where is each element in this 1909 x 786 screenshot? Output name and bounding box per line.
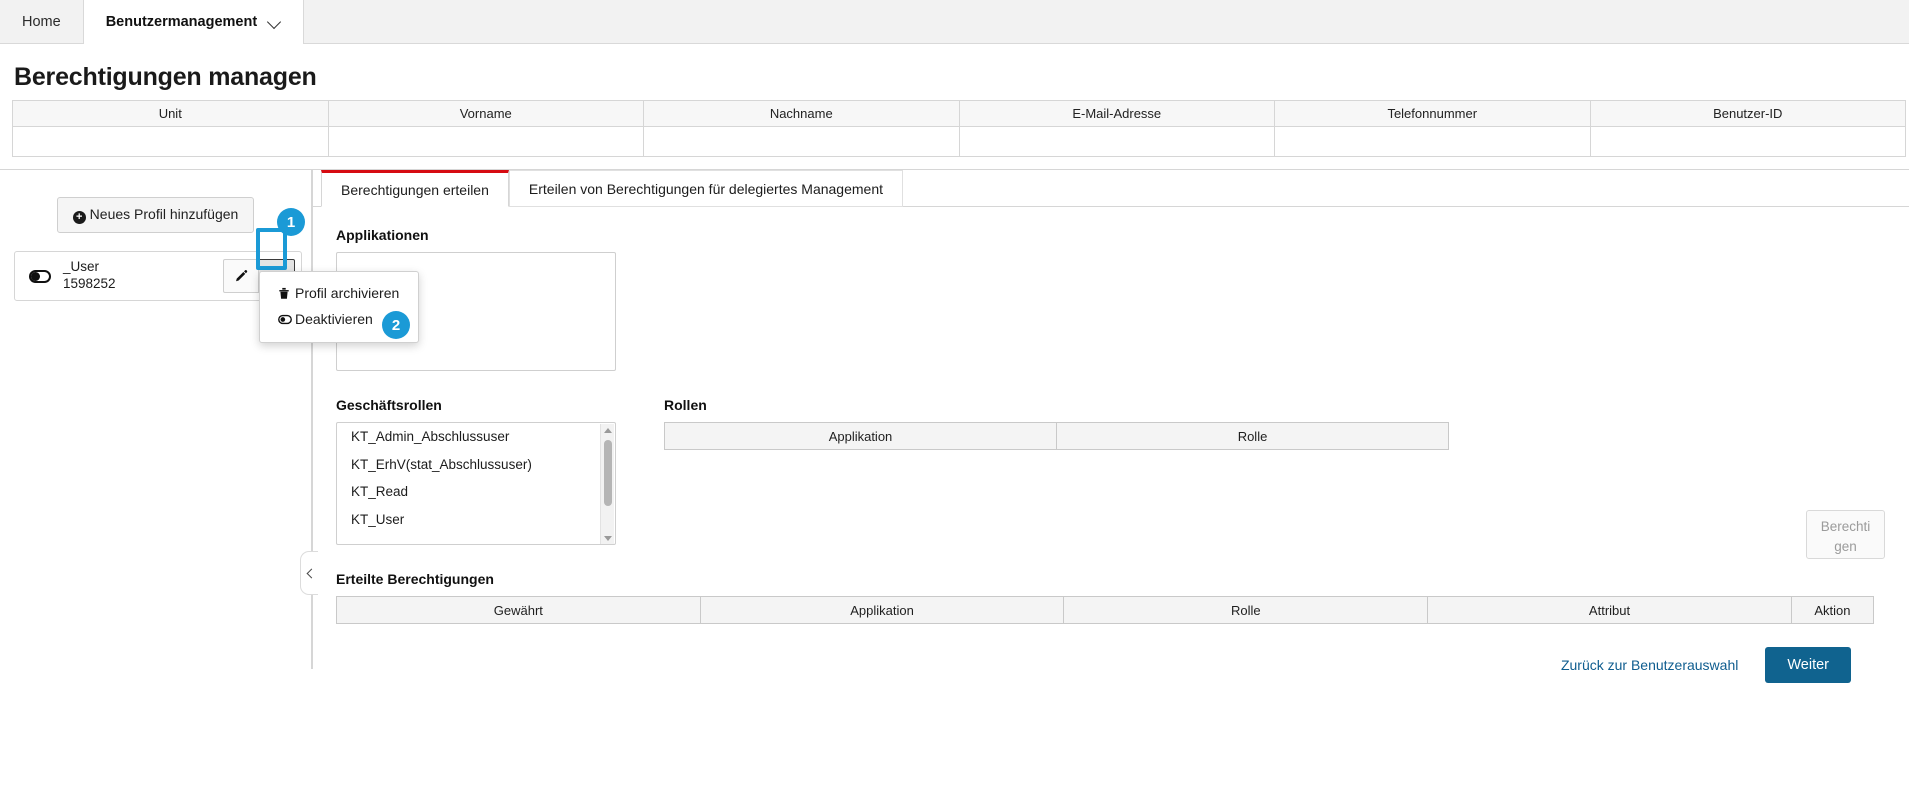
main-content: +Neues Profil hinzufügen _User 1598252 [0, 169, 1909, 683]
nav-item-benutzermanagement[interactable]: Benutzermanagement [82, 0, 305, 44]
column-header-nachname: Nachname [643, 100, 960, 127]
footer-actions: Zurück zur Benutzerauswahl Weiter [336, 647, 1909, 683]
tab-bar: Berechtigungen erteilen Erteilen von Ber… [313, 170, 1909, 207]
tab-content: Applikationen Geschäftsrollen KT_Admin_A… [313, 207, 1909, 683]
profile-id: 1598252 [63, 276, 116, 291]
menu-item-label: Deaktivieren [295, 311, 373, 327]
pencil-icon [235, 269, 247, 281]
column-header-benutzer-id: Benutzer-ID [1589, 100, 1906, 127]
column-header-rolle: Rolle [1063, 596, 1429, 624]
business-roles-label: Geschäftsrollen [336, 397, 442, 413]
column-header-applikation: Applikation [664, 422, 1057, 450]
tab-label: Erteilen von Berechtigungen für delegier… [528, 180, 883, 197]
next-button[interactable]: Weiter [1765, 647, 1851, 683]
authorize-button[interactable]: Berechti gen [1806, 510, 1885, 559]
nav-item-home[interactable]: Home [0, 0, 83, 43]
authorize-label-line2: gen [1834, 539, 1857, 554]
page-title: Berechtigungen managen [14, 63, 317, 91]
roles-label: Rollen [664, 397, 707, 413]
list-item[interactable]: KT_ErhV(stat_Abschlussuser) [337, 451, 615, 479]
column-header-unit: Unit [12, 100, 329, 127]
table-row [12, 126, 1906, 157]
business-roles-scrollbar[interactable] [600, 424, 614, 544]
trash-icon [278, 287, 295, 300]
sidebar-collapse-handle[interactable] [300, 551, 318, 595]
column-header-telefonnummer: Telefonnummer [1274, 100, 1591, 127]
tab-delegiertes-management[interactable]: Erteilen von Berechtigungen für delegier… [508, 170, 903, 207]
top-navigation: Home Benutzermanagement [0, 0, 1909, 44]
applications-label: Applikationen [336, 227, 429, 243]
cell-nachname [643, 126, 960, 157]
cell-telefonnummer [1274, 126, 1591, 157]
column-header-gewaehrt: Gewährt [336, 596, 701, 624]
scroll-down-arrow-icon[interactable] [604, 536, 612, 541]
tab-berechtigungen-erteilen[interactable]: Berechtigungen erteilen [321, 170, 509, 207]
profile-active-toggle-icon[interactable] [29, 269, 51, 283]
back-to-user-selection-link[interactable]: Zurück zur Benutzerauswahl [1561, 657, 1738, 673]
plus-icon: + [72, 211, 86, 224]
list-item[interactable]: KT_Admin_Abschlussuser [337, 423, 615, 451]
profile-info: _User 1598252 [63, 259, 223, 293]
user-details-table: Unit Vorname Nachname E-Mail-Adresse Tel… [12, 100, 1906, 157]
chevron-down-icon [269, 16, 281, 28]
roles-column: Rollen Applikation Rolle [640, 397, 1909, 545]
column-header-email: E-Mail-Adresse [958, 100, 1275, 127]
chevron-left-icon [306, 568, 316, 578]
add-profile-label: Neues Profil hinzufügen [89, 206, 239, 222]
cell-vorname [327, 126, 644, 157]
menu-item-profil-archivieren[interactable]: Profil archivieren [260, 280, 418, 306]
column-header-attribut: Attribut [1427, 596, 1792, 624]
roles-table: Applikation Rolle [664, 422, 1449, 450]
granted-permissions-table: Gewährt Applikation Rolle Attribut Aktio… [336, 596, 1875, 624]
authorize-label-line1: Berechti [1820, 519, 1871, 535]
table-header-row: Applikation Rolle [664, 422, 1449, 450]
list-item[interactable]: KT_User [337, 506, 615, 534]
callout-badge-2: 2 [382, 311, 410, 339]
permissions-panel: Berechtigungen erteilen Erteilen von Ber… [312, 169, 1909, 683]
add-profile-button[interactable]: + Neues Profil hinzufügen [56, 197, 255, 233]
nav-item-label: Benutzermanagement [105, 14, 258, 30]
cell-unit [12, 126, 329, 157]
tab-label: Berechtigungen erteilen [341, 181, 489, 198]
table-header-row: Unit Vorname Nachname E-Mail-Adresse Tel… [12, 100, 1906, 127]
roles-row: Geschäftsrollen KT_Admin_Abschlussuser K… [336, 397, 1909, 545]
scroll-up-arrow-icon[interactable] [604, 428, 612, 433]
column-header-rolle: Rolle [1056, 422, 1449, 450]
business-roles-column: Geschäftsrollen KT_Admin_Abschlussuser K… [336, 397, 640, 545]
column-header-vorname: Vorname [327, 100, 644, 127]
list-item[interactable]: KT_Read [337, 478, 615, 506]
edit-profile-button[interactable] [223, 259, 259, 293]
column-header-applikation: Applikation [699, 596, 1065, 624]
granted-permissions-section: Erteilte Berechtigungen Gewährt Applikat… [336, 571, 1909, 624]
profiles-sidebar: + Neues Profil hinzufügen _User 1598252 [0, 169, 312, 669]
profile-name: _User [63, 259, 100, 275]
nav-item-label: Home [22, 13, 61, 30]
toggle-icon [278, 314, 295, 325]
cell-benutzer-id [1589, 126, 1906, 157]
granted-permissions-label: Erteilte Berechtigungen [336, 571, 494, 587]
business-roles-listbox[interactable]: KT_Admin_Abschlussuser KT_ErhV(stat_Absc… [336, 422, 616, 545]
scrollbar-thumb[interactable] [604, 440, 612, 506]
callout-badge-1: 1 [277, 208, 305, 236]
table-header-row: Gewährt Applikation Rolle Attribut Aktio… [336, 596, 1875, 624]
menu-item-label: Profil archivieren [295, 285, 400, 301]
cell-email [958, 126, 1275, 157]
column-header-aktion: Aktion [1790, 596, 1875, 624]
